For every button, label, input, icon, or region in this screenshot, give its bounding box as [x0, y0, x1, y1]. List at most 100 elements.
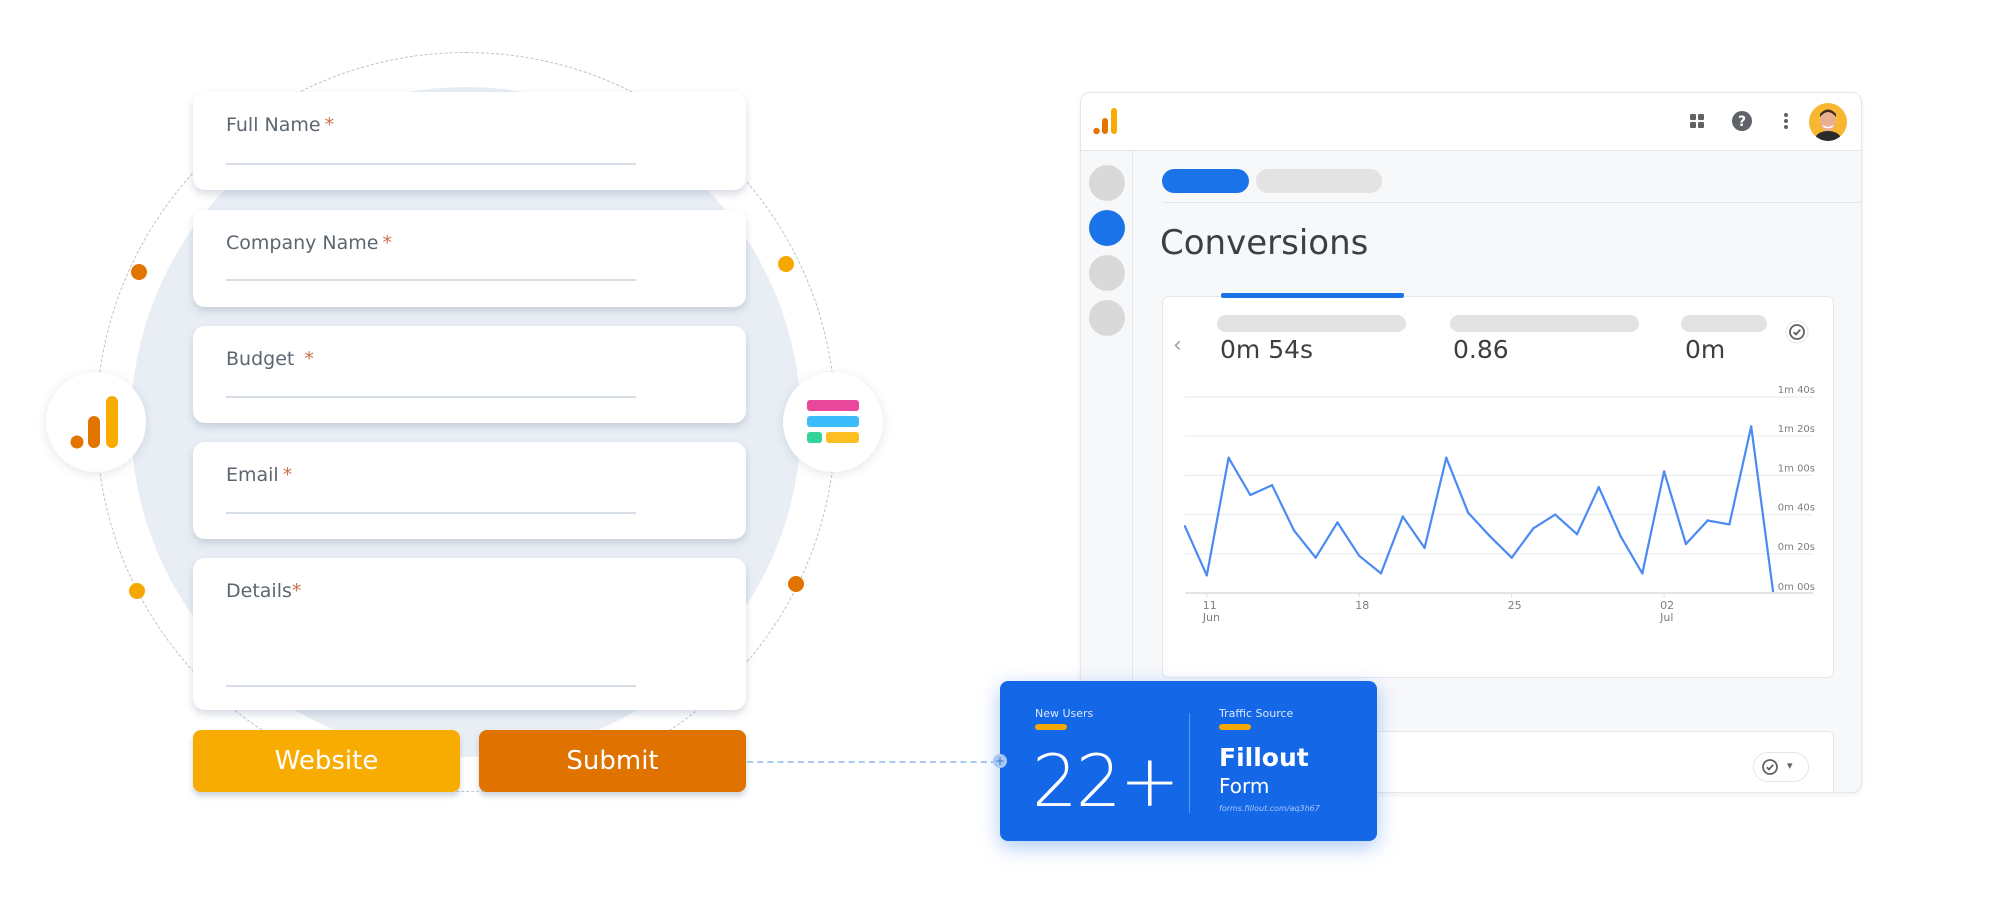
data-point [1510, 556, 1513, 559]
data-point [1597, 485, 1600, 489]
data-point [1183, 525, 1187, 528]
connector-plus-icon: + [993, 754, 1007, 768]
data-point [1445, 456, 1448, 459]
apps-grid-icon[interactable] [1685, 109, 1709, 133]
tab-divider [1162, 202, 1861, 203]
y-tick-label: 1m 20s [1778, 424, 1815, 435]
sidebar-item-advertising[interactable] [1089, 300, 1125, 336]
data-point [1358, 554, 1361, 557]
label-accent-bar [1219, 724, 1251, 730]
analytics-header: ? [1081, 93, 1861, 151]
email-label: Email * [226, 464, 293, 486]
x-tick-label: 18 [1355, 599, 1369, 612]
data-point [1575, 533, 1579, 536]
submit-button[interactable]: Submit [479, 730, 746, 792]
label-accent-bar [1035, 724, 1067, 730]
data-point [1292, 529, 1296, 532]
tab-active-pill[interactable] [1162, 169, 1249, 193]
sidebar-item-reports-active[interactable] [1089, 210, 1125, 246]
conversions-chart-card: ‹ 0m 54s 0.86 0m 1m 40s 1m 20s 1m 00s 0m 40… [1162, 293, 1834, 678]
line-chart: 1m 40s1m 20s1m 00s0m 40s0m 20s0m 00s 11J… [1183, 385, 1815, 624]
fillout-logo-icon [807, 400, 859, 443]
y-tick-label: 1m 00s [1778, 463, 1815, 474]
orbit-dot-yellow [778, 256, 794, 272]
data-point [1401, 515, 1404, 518]
y-tick-label: 1m 40s [1778, 385, 1815, 396]
data-point [1750, 425, 1753, 428]
details-input-line[interactable] [226, 685, 636, 687]
required-asterisk: * [282, 464, 293, 486]
google-analytics-logo-icon [1093, 108, 1117, 135]
new-users-stat-card: New Users 22+ Traffic Source Fillout For… [1000, 681, 1377, 841]
more-vert-icon[interactable] [1774, 109, 1798, 133]
budget-label: Budget * [226, 348, 314, 370]
fillout-logo-bubble [783, 372, 883, 472]
avatar-person-icon [1815, 109, 1841, 141]
new-users-label: New Users [1035, 707, 1094, 720]
data-point [1379, 572, 1383, 575]
svg-text:?: ? [1738, 114, 1746, 130]
traffic-source-url[interactable]: forms.fillout.com/aq3h67 [1219, 804, 1320, 813]
traffic-source-label: Traffic Source [1219, 707, 1294, 720]
required-asterisk: * [291, 580, 302, 602]
data-point [1532, 527, 1535, 530]
email-input-line[interactable] [226, 512, 636, 514]
data-point [1227, 456, 1230, 459]
sidebar-item-explore[interactable] [1089, 255, 1125, 291]
orbit-dot-orange [788, 576, 804, 592]
website-button[interactable]: Website [193, 730, 460, 792]
details-field[interactable]: Details* [193, 558, 746, 710]
data-point [1205, 574, 1208, 577]
x-tick-month-label: Jul [1659, 611, 1673, 624]
full-name-input-line[interactable] [226, 163, 636, 165]
x-tick-month-label: Jun [1202, 611, 1220, 624]
y-tick-label: 0m 40s [1778, 503, 1815, 514]
data-point [1771, 589, 1775, 593]
data-point [1336, 521, 1339, 524]
email-field[interactable]: Email * [193, 442, 746, 539]
budget-field[interactable]: Budget * [193, 326, 746, 423]
company-name-input-line[interactable] [226, 279, 636, 281]
traffic-source-name: Fillout [1219, 743, 1309, 772]
series-line [1183, 425, 1775, 592]
new-users-value: 22+ [1032, 739, 1180, 823]
data-point [1249, 493, 1252, 497]
full-name-label: Full Name * [226, 114, 335, 136]
page-title: Conversions [1160, 223, 1369, 263]
required-asterisk: * [324, 114, 335, 136]
check-circle-icon [1762, 759, 1778, 775]
full-name-field[interactable]: Full Name * [193, 92, 746, 190]
data-point [1641, 572, 1644, 575]
data-point [1706, 519, 1709, 522]
y-tick-label: 0m 20s [1778, 542, 1815, 553]
traffic-source-type: Form [1219, 774, 1270, 798]
required-asterisk: * [382, 232, 392, 254]
orbit-dot-orange [131, 264, 147, 280]
sidebar-item-home[interactable] [1089, 165, 1125, 201]
data-point [1619, 534, 1622, 538]
data-point [1270, 484, 1274, 487]
orbit-dot-yellow [129, 583, 145, 599]
chevron-down-icon: ▾ [1787, 759, 1793, 772]
compare-dropdown[interactable]: ▾ [1753, 752, 1809, 782]
data-point [1423, 546, 1426, 550]
required-asterisk: * [304, 348, 314, 370]
x-tick-label: 25 [1508, 599, 1522, 612]
google-analytics-logo-bubble [46, 372, 146, 472]
user-avatar[interactable] [1809, 103, 1847, 141]
data-point [1314, 556, 1317, 559]
data-point [1488, 534, 1492, 538]
stat-divider [1189, 713, 1190, 813]
tab-inactive-pill[interactable] [1256, 169, 1382, 193]
google-analytics-logo-icon [70, 396, 118, 449]
data-point [1466, 511, 1470, 514]
budget-input-line[interactable] [226, 396, 636, 398]
y-tick-label: 0m 00s [1778, 582, 1815, 593]
company-name-field[interactable]: Company Name * [193, 210, 746, 307]
data-point [1728, 523, 1731, 526]
details-label: Details* [226, 580, 302, 602]
data-point [1662, 470, 1666, 473]
company-name-label: Company Name * [226, 232, 392, 254]
data-point [1554, 513, 1557, 516]
help-icon[interactable]: ? [1730, 109, 1754, 133]
